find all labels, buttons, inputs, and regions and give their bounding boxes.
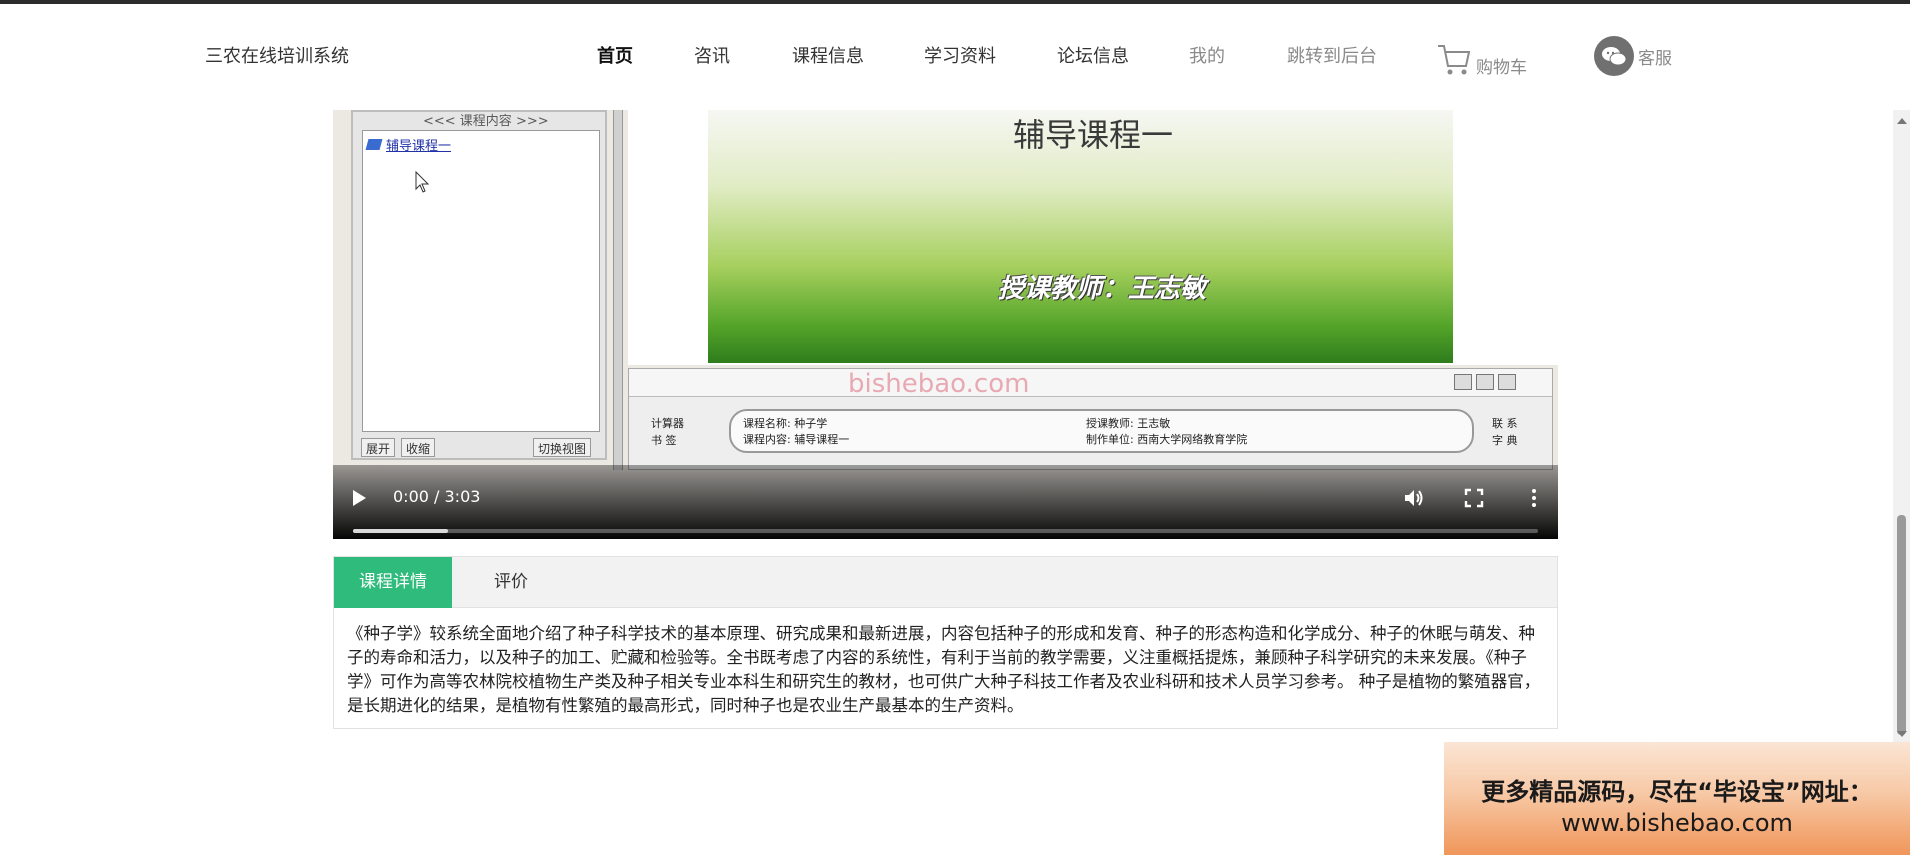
slide-area: 辅导课程一 授课教师：王志敏 — [628, 110, 1558, 365]
video-progress-fill — [353, 529, 448, 533]
info-course-name: 课程名称: 种子学 — [743, 417, 828, 430]
info-producer: 制作单位: 西南大学网络教育学院 — [1086, 433, 1248, 446]
nav-home[interactable]: 首页 — [597, 42, 633, 68]
course-item: 辅导课程一 — [365, 135, 452, 154]
video-watermark: bishebao.com — [848, 369, 1030, 399]
book-icon — [365, 139, 383, 150]
promo-url[interactable]: www.bishebao.com — [1444, 809, 1910, 837]
course-info-box: 课程名称: 种子学 课程内容: 辅导课程一 授课教师: 王志敏 制作单位: 西南… — [729, 409, 1474, 453]
more-options-icon[interactable] — [1523, 487, 1545, 509]
video-time: 0:00 / 3:03 — [393, 487, 481, 506]
scroll-thumb[interactable] — [1897, 515, 1906, 735]
scroll-down-arrow-icon[interactable] — [1897, 731, 1907, 737]
site-brand[interactable]: 三农在线培训系统 — [205, 42, 349, 68]
course-description: 《种子学》较系统全面地介绍了种子科学技术的基本原理、研究成果和最新进展，内容包括… — [347, 624, 1541, 715]
left-links: 计算器 书 签 — [651, 415, 684, 449]
service-label: 客服 — [1638, 48, 1672, 69]
nav-admin[interactable]: 跳转到后台 — [1287, 42, 1377, 68]
cart-icon — [1438, 45, 1471, 75]
contact-link: 联 系 — [1492, 417, 1518, 430]
site-header: 三农在线培训系统 首页 咨讯 课程信息 学习资料 论坛信息 我的 跳转到后台 购… — [0, 4, 1910, 110]
save-icon — [1454, 374, 1472, 390]
nav-news[interactable]: 咨讯 — [694, 42, 730, 68]
scroll-up-arrow-icon[interactable] — [1897, 118, 1907, 124]
info-toolbar — [629, 369, 1552, 397]
collapse-label: 收缩 — [401, 438, 436, 457]
video-progress-bar[interactable] — [353, 529, 1538, 533]
video-player[interactable]: <<< 课程内容 >>> 辅导课程一 展开 收缩 切换视图 辅导课程一 授课教师… — [333, 110, 1558, 539]
cart-label: 购物车 — [1476, 58, 1527, 78]
course-item-label: 辅导课程一 — [386, 139, 452, 154]
customer-service-link[interactable]: 客服 — [1594, 34, 1672, 78]
mouse-cursor-icon — [415, 171, 430, 193]
fullscreen-icon[interactable] — [1463, 487, 1485, 509]
wechat-icon — [1594, 36, 1634, 76]
info-teacher: 授课教师: 王志敏 — [1086, 417, 1171, 430]
video-controls: 0:00 / 3:03 — [333, 465, 1558, 539]
updown-icon — [1476, 374, 1494, 390]
slide-title: 辅导课程一 — [1012, 116, 1173, 154]
course-content-panel: <<< 课程内容 >>> 辅导课程一 展开 收缩 切换视图 — [351, 110, 607, 460]
promo-banner[interactable]: 更多精品源码，尽在“毕设宝”网址： www.bishebao.com — [1444, 742, 1910, 855]
course-content-title: <<< 课程内容 >>> — [423, 114, 549, 129]
page-scrollbar[interactable] — [1893, 110, 1910, 742]
volume-icon[interactable] — [1403, 487, 1425, 509]
tabs-bar: 课程详情 评价 — [334, 557, 1557, 608]
switch-view-label: 切换视图 — [533, 438, 592, 457]
leftright-icon — [1498, 374, 1516, 390]
tab-course-details[interactable]: 课程详情 — [334, 557, 452, 608]
cart-link[interactable]: 购物车 — [1436, 34, 1527, 78]
nav-materials[interactable]: 学习资料 — [924, 42, 996, 68]
course-info-panel: 计算器 书 签 课程名称: 种子学 课程内容: 辅导课程一 授课教师: 王志敏 … — [628, 368, 1553, 470]
expand-label: 展开 — [361, 438, 396, 457]
dictionary-link: 字 典 — [1492, 434, 1518, 447]
tab-reviews[interactable]: 评价 — [452, 557, 570, 608]
play-icon[interactable] — [353, 490, 366, 506]
panel-divider — [613, 110, 623, 470]
slide-teacher: 授课教师：王志敏 — [998, 274, 1207, 304]
nav-courses[interactable]: 课程信息 — [792, 42, 864, 68]
bookmark-link: 书 签 — [651, 434, 677, 447]
promo-line-1: 更多精品源码，尽在“毕设宝”网址： — [1481, 778, 1873, 806]
nav-forum[interactable]: 论坛信息 — [1057, 42, 1129, 68]
nav-mine[interactable]: 我的 — [1189, 42, 1225, 68]
right-links: 联 系 字 典 — [1492, 415, 1518, 449]
course-content-list: 辅导课程一 — [362, 130, 600, 432]
calculator-link: 计算器 — [651, 417, 684, 430]
info-course-content: 课程内容: 辅导课程一 — [743, 433, 850, 446]
course-tabs: 课程详情 评价 《种子学》较系统全面地介绍了种子科学技术的基本原理、研究成果和最… — [333, 556, 1558, 729]
